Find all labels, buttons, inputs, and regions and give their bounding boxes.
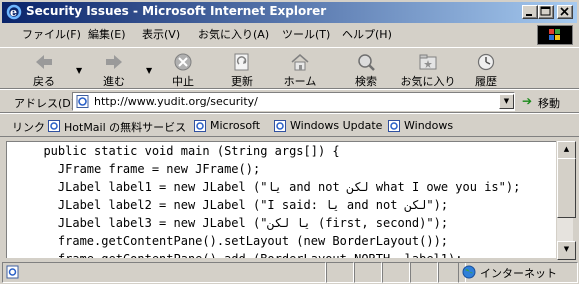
go-button[interactable]: ➔ 移動 [520, 93, 576, 111]
link-page-icon [388, 120, 400, 132]
menu-help[interactable]: ヘルプ(H) [342, 26, 392, 42]
internet-globe-icon [462, 265, 476, 279]
maximize-icon [540, 6, 551, 16]
minimize-button[interactable] [522, 5, 538, 19]
refresh-icon [234, 53, 249, 71]
code-line: public static void main (String args[]) … [29, 144, 340, 158]
history-button[interactable]: 履歴 [460, 52, 512, 88]
windows-flag-icon [549, 29, 560, 40]
page-status-icon [6, 265, 19, 279]
status-pane [382, 262, 410, 283]
code-line: JLabel label2 = new JLabel ("I said: يا … [29, 198, 449, 212]
favorites-folder-icon [419, 54, 437, 70]
search-label: 検索 [355, 75, 377, 88]
address-label: アドレス(D) [14, 97, 76, 110]
status-pane [326, 262, 354, 283]
address-dropdown-icon[interactable]: ▼ [499, 94, 514, 109]
scroll-down-icon[interactable]: ▼ [557, 241, 576, 260]
page-content[interactable]: public static void main (String args[]) … [6, 141, 556, 258]
title-bar[interactable]: e Security Issues - Microsoft Internet E… [2, 2, 577, 23]
favorites-button[interactable]: お気に入り [398, 52, 458, 88]
menu-edit[interactable]: 編集(E) [88, 26, 126, 42]
minimize-icon [526, 14, 532, 16]
ie-logo-icon: e [6, 4, 22, 20]
history-label: 履歴 [475, 75, 497, 88]
link-windows-label: Windows [404, 119, 454, 132]
status-pane [410, 262, 438, 283]
menu-tools[interactable]: ツール(T) [282, 26, 330, 42]
menu-view[interactable]: 表示(V) [142, 26, 180, 42]
search-button[interactable]: 検索 [340, 52, 392, 88]
close-icon [560, 7, 569, 16]
stop-button[interactable]: 中止 [157, 52, 209, 88]
forward-dropdown-icon[interactable]: ▼ [146, 66, 152, 75]
home-icon [291, 54, 309, 71]
link-page-icon [274, 120, 286, 132]
address-url[interactable]: http://www.yudit.org/security/ [94, 95, 258, 108]
windows-logo [537, 25, 573, 45]
refresh-button[interactable]: 更新 [216, 52, 268, 88]
link-hotmail-label: HotMail の無料サービス [64, 121, 187, 134]
window-title: Security Issues - Microsoft Internet Exp… [26, 4, 327, 18]
stop-icon [174, 53, 192, 71]
menu-bar: ファイル(F) 編集(E) 表示(V) お気に入り(A) ツール(T) ヘルプ(… [0, 23, 579, 44]
scroll-thumb[interactable] [557, 158, 576, 218]
forward-label: 進む [103, 75, 125, 88]
menu-file[interactable]: ファイル(F) [22, 26, 81, 42]
svg-text:e: e [10, 6, 17, 19]
standard-toolbar: 戻る ▼ 進む ▼ 中止 更新 ホーム 検索 お気に入り 履歴 [0, 47, 579, 89]
forward-arrow-icon [106, 55, 122, 69]
links-label: リンク [12, 121, 45, 134]
back-button[interactable]: 戻る [18, 52, 70, 88]
zone-label: インターネット [480, 267, 557, 280]
code-line: JLabel label3 = new JLabel ("يا لكن (fir… [29, 216, 449, 230]
link-page-icon [48, 120, 60, 132]
search-globe-icon [358, 54, 375, 71]
menu-favorites[interactable]: お気に入り(A) [198, 26, 269, 42]
links-bar: リンク HotMail の無料サービス Microsoft Windows Up… [0, 113, 579, 137]
forward-button[interactable]: 進む [88, 52, 140, 88]
status-bar: インターネット [0, 260, 579, 284]
home-button[interactable]: ホーム [274, 52, 326, 88]
page-icon [76, 95, 89, 108]
link-page-icon [194, 120, 206, 132]
go-label: 移動 [538, 97, 560, 110]
close-button[interactable] [557, 5, 573, 19]
refresh-label: 更新 [231, 75, 253, 88]
address-bar: アドレス(D) http://www.yudit.org/security/ ▼… [0, 89, 579, 113]
back-label: 戻る [33, 75, 55, 88]
stop-label: 中止 [172, 75, 194, 88]
status-message-pane [2, 262, 326, 283]
home-label: ホーム [283, 75, 317, 88]
link-windows-update-label: Windows Update [290, 119, 383, 132]
code-line: JFrame frame = new JFrame(); [29, 162, 261, 176]
code-line: frame.getContentPane().add (BorderLayout… [29, 250, 463, 258]
back-dropdown-icon[interactable]: ▼ [76, 66, 82, 75]
link-microsoft-label: Microsoft [210, 119, 261, 132]
back-arrow-icon [36, 55, 52, 69]
status-pane [354, 262, 382, 283]
maximize-button[interactable] [538, 5, 554, 19]
code-line: JLabel label1 = new JLabel ("يا and not … [29, 180, 521, 194]
favorites-label: お気に入り [400, 75, 456, 88]
history-clock-icon [477, 53, 495, 71]
vertical-scrollbar[interactable]: ▲ ▼ [556, 141, 576, 260]
code-line: frame.getContentPane().setLayout (new Bo… [29, 234, 449, 248]
go-arrow-icon: ➔ [522, 94, 533, 108]
